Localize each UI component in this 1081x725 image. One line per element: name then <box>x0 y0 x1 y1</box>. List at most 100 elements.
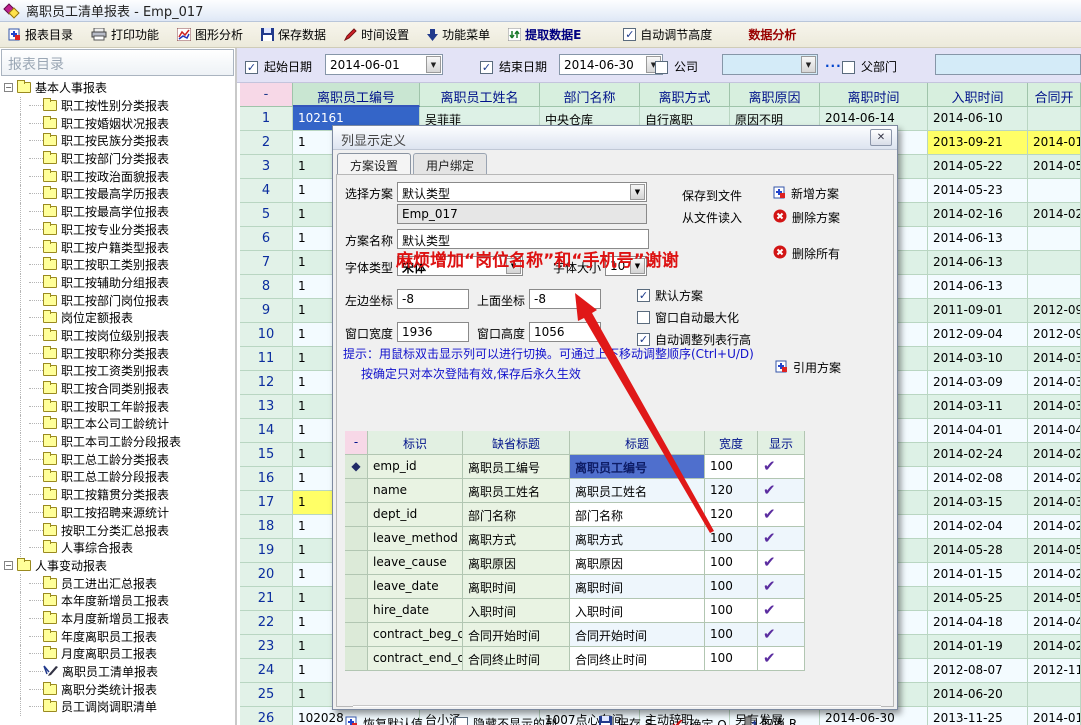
grid-column-header[interactable]: 离职员工姓名 <box>420 83 540 107</box>
grid-cell-contract[interactable]: 2014-03 <box>1028 347 1081 371</box>
chevron-down-icon[interactable]: ▼ <box>630 184 645 200</box>
field-id-cell[interactable]: dept_id <box>368 503 463 527</box>
tree-item[interactable]: 职工按民族分类报表 <box>0 132 235 150</box>
grid-column-header[interactable]: 离职员工编号 <box>293 83 420 107</box>
default-title-cell[interactable]: 离职员工编号 <box>463 455 570 479</box>
delete-plan-button[interactable]: 删除方案 <box>773 209 840 226</box>
title-cell[interactable]: 入职时间 <box>570 599 705 623</box>
tree-item[interactable]: 年度离职员工报表 <box>0 627 235 645</box>
grid-cell-hire[interactable]: 2014-04-01 <box>928 419 1028 443</box>
grid-cell-hire[interactable]: 2011-09-01 <box>928 299 1028 323</box>
grid-cell-contract[interactable] <box>1028 227 1081 251</box>
tree-item[interactable]: 职工按部门分类报表 <box>0 150 235 168</box>
parent-dept-checkbox[interactable]: ✓ <box>842 58 855 74</box>
width-cell[interactable]: 100 <box>705 623 758 647</box>
grid-cell-contract[interactable]: 2014-01 <box>1028 131 1081 155</box>
toolbar-button-1[interactable]: 报表目录 <box>8 26 73 43</box>
grid-cell-contract[interactable]: 2014-02 <box>1028 443 1081 467</box>
tree-item[interactable]: 岗位定额报表 <box>0 309 235 327</box>
tree-item[interactable]: 职工按最高学历报表 <box>0 185 235 203</box>
hide-columns-checkbox[interactable]: ✓ 隐藏不显示的列 <box>455 715 557 725</box>
title-cell[interactable]: 离职员工姓名 <box>570 479 705 503</box>
grid-cell-hire[interactable]: 2014-03-10 <box>928 347 1028 371</box>
title-cell[interactable]: 离职方式 <box>570 527 705 551</box>
visible-check-cell[interactable]: ✔ <box>758 551 805 575</box>
grid-cell-contract[interactable]: 2014-03 <box>1028 395 1081 419</box>
grid-cell-contract[interactable] <box>1028 179 1081 203</box>
width-cell[interactable]: 100 <box>705 647 758 671</box>
visible-check-cell[interactable]: ✔ <box>758 479 805 503</box>
grid-cell-hire[interactable]: 2014-03-11 <box>928 395 1028 419</box>
grid-cell-contract[interactable]: 2014-02 <box>1028 203 1081 227</box>
tree-item[interactable]: 本月度新增员工报表 <box>0 610 235 628</box>
company-checkbox[interactable]: ✓ <box>655 58 668 74</box>
width-cell[interactable]: 120 <box>705 479 758 503</box>
column-table-row[interactable]: ◆emp_id离职员工编号离职员工编号100✔ <box>345 455 807 479</box>
grid-cell-contract[interactable]: 2012-09 <box>1028 323 1081 347</box>
company-browse-button[interactable]: ... <box>825 56 842 70</box>
save-to-file-button[interactable]: 保存到文件 <box>682 187 742 204</box>
grid-cell-hire[interactable]: 2014-05-28 <box>928 539 1028 563</box>
cancel-button[interactable]: 取消 R <box>743 715 797 725</box>
toolbar-button-5[interactable]: 时间设置 <box>344 26 409 43</box>
chevron-down-icon[interactable]: ▼ <box>801 56 816 73</box>
column-table-row[interactable]: leave_method离职方式离职方式100✔ <box>345 527 807 551</box>
toolbar-button-7[interactable]: 提取数据E <box>508 26 581 43</box>
column-table-row[interactable]: hire_date入职时间入职时间100✔ <box>345 599 807 623</box>
tab-user-binding[interactable]: 用户绑定 <box>413 153 487 175</box>
field-id-cell[interactable]: contract_end_date <box>368 647 463 671</box>
collapse-icon[interactable]: − <box>4 561 13 570</box>
start-date-select[interactable]: 2014-06-01 ▼ <box>325 54 443 75</box>
column-table-row[interactable]: contract_beg_date合同开始时间合同开始时间100✔ <box>345 623 807 647</box>
auto-maximize-checkbox[interactable]: ✓ 窗口自动最大化 <box>637 309 739 326</box>
tree-item[interactable]: 职工按辅助分组报表 <box>0 274 235 292</box>
grid-cell-contract[interactable]: 2014-02 <box>1028 563 1081 587</box>
end-date-select[interactable]: 2014-06-30 ▼ <box>559 54 663 75</box>
field-id-cell[interactable]: leave_date <box>368 575 463 599</box>
parent-dept-input[interactable] <box>935 54 1081 75</box>
grid-cell-contract[interactable]: 2014-02 <box>1028 515 1081 539</box>
row-number-cell[interactable]: 23 <box>240 635 293 659</box>
grid-column-header[interactable]: 离职原因 <box>730 83 820 107</box>
default-title-cell[interactable]: 离职员工姓名 <box>463 479 570 503</box>
tree-item[interactable]: 按职工分类汇总报表 <box>0 521 235 539</box>
window-height-input[interactable]: 1056 <box>529 322 601 342</box>
tree-item[interactable]: 职工按专业分类报表 <box>0 221 235 239</box>
field-id-cell[interactable]: hire_date <box>368 599 463 623</box>
row-number-cell[interactable]: 6 <box>240 227 293 251</box>
tree-item[interactable]: 人事综合报表 <box>0 539 235 557</box>
chevron-down-icon[interactable]: ▼ <box>426 56 441 73</box>
grid-cell-hire[interactable]: 2014-04-18 <box>928 611 1028 635</box>
grid-column-header[interactable]: 合同开 <box>1028 83 1081 107</box>
column-table-row[interactable]: name离职员工姓名离职员工姓名120✔ <box>345 479 807 503</box>
default-plan-checkbox[interactable]: ✓ 默认方案 <box>637 287 703 304</box>
dialog-title-bar[interactable]: 列显示定义 ✕ <box>333 126 897 150</box>
default-title-cell[interactable]: 入职时间 <box>463 599 570 623</box>
column-table-row[interactable]: dept_id部门名称部门名称120✔ <box>345 503 807 527</box>
grid-cell-contract[interactable]: 2014-04 <box>1028 419 1081 443</box>
field-id-cell[interactable]: contract_beg_date <box>368 623 463 647</box>
row-number-cell[interactable]: 10 <box>240 323 293 347</box>
grid-cell-contract[interactable]: 2014-04 <box>1028 611 1081 635</box>
select-plan-combo[interactable]: 默认类型 ▼ <box>397 182 647 202</box>
default-title-cell[interactable]: 部门名称 <box>463 503 570 527</box>
row-number-cell[interactable]: 26 <box>240 707 293 725</box>
row-number-cell[interactable]: 20 <box>240 563 293 587</box>
read-from-file-button[interactable]: 从文件读入 <box>682 209 742 226</box>
tree-item[interactable]: 月度离职员工报表 <box>0 645 235 663</box>
visible-check-cell[interactable]: ✔ <box>758 503 805 527</box>
width-cell[interactable]: 100 <box>705 599 758 623</box>
grid-cell-contract[interactable]: 2014-01 <box>1028 707 1081 725</box>
tree-group-1[interactable]: −基本人事报表 <box>0 79 235 97</box>
field-id-cell[interactable]: leave_method <box>368 527 463 551</box>
tree-item[interactable]: 职工本公司工龄统计 <box>0 415 235 433</box>
tree-item[interactable]: 职工总工龄分类报表 <box>0 450 235 468</box>
grid-cell-contract[interactable]: 2014-02 <box>1028 467 1081 491</box>
toolbar-button-2[interactable]: 打印功能 <box>91 26 159 43</box>
grid-cell-hire[interactable]: 2014-06-10 <box>928 107 1028 131</box>
grid-cell-contract[interactable]: 2014-03 <box>1028 491 1081 515</box>
row-number-cell[interactable]: 25 <box>240 683 293 707</box>
row-number-cell[interactable]: 22 <box>240 611 293 635</box>
visible-check-cell[interactable]: ✔ <box>758 599 805 623</box>
tree-item[interactable]: 职工按合同类别报表 <box>0 380 235 398</box>
